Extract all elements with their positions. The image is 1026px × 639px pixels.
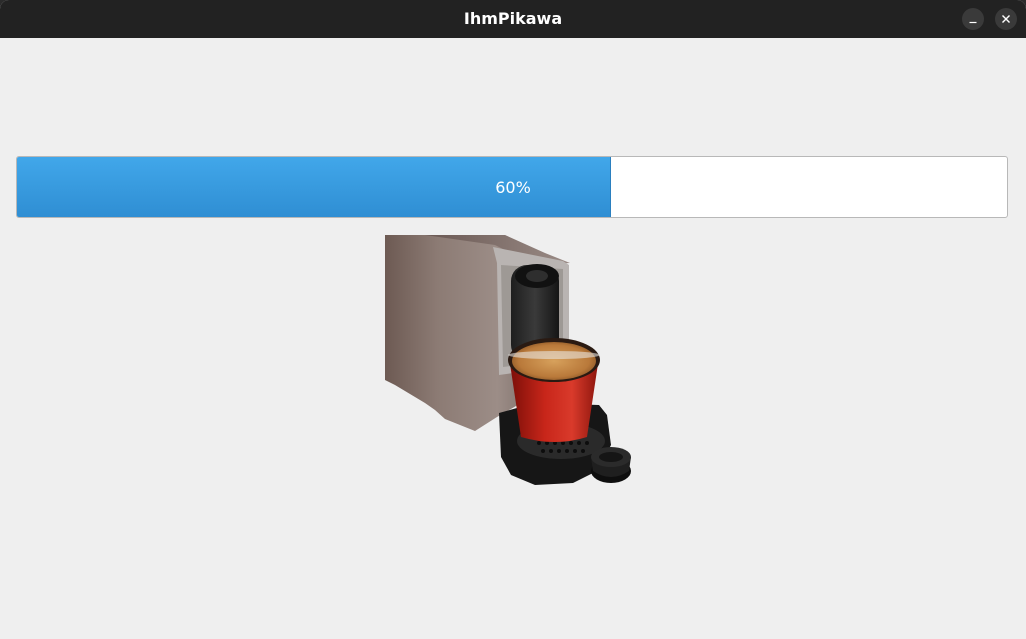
coffee-machine-image xyxy=(385,235,631,485)
progress-label: 60% xyxy=(495,178,531,197)
minimize-button[interactable] xyxy=(962,8,984,30)
minimize-icon xyxy=(969,21,977,24)
progress-bar: 60% xyxy=(16,156,1008,218)
title-bar[interactable]: IhmPikawa xyxy=(0,0,1026,38)
window-title: IhmPikawa xyxy=(463,9,563,28)
main-content: 60% xyxy=(1,38,1025,638)
close-button[interactable] xyxy=(995,8,1017,30)
close-icon xyxy=(1002,15,1010,23)
app-window: IhmPikawa 60% xyxy=(0,0,1026,639)
